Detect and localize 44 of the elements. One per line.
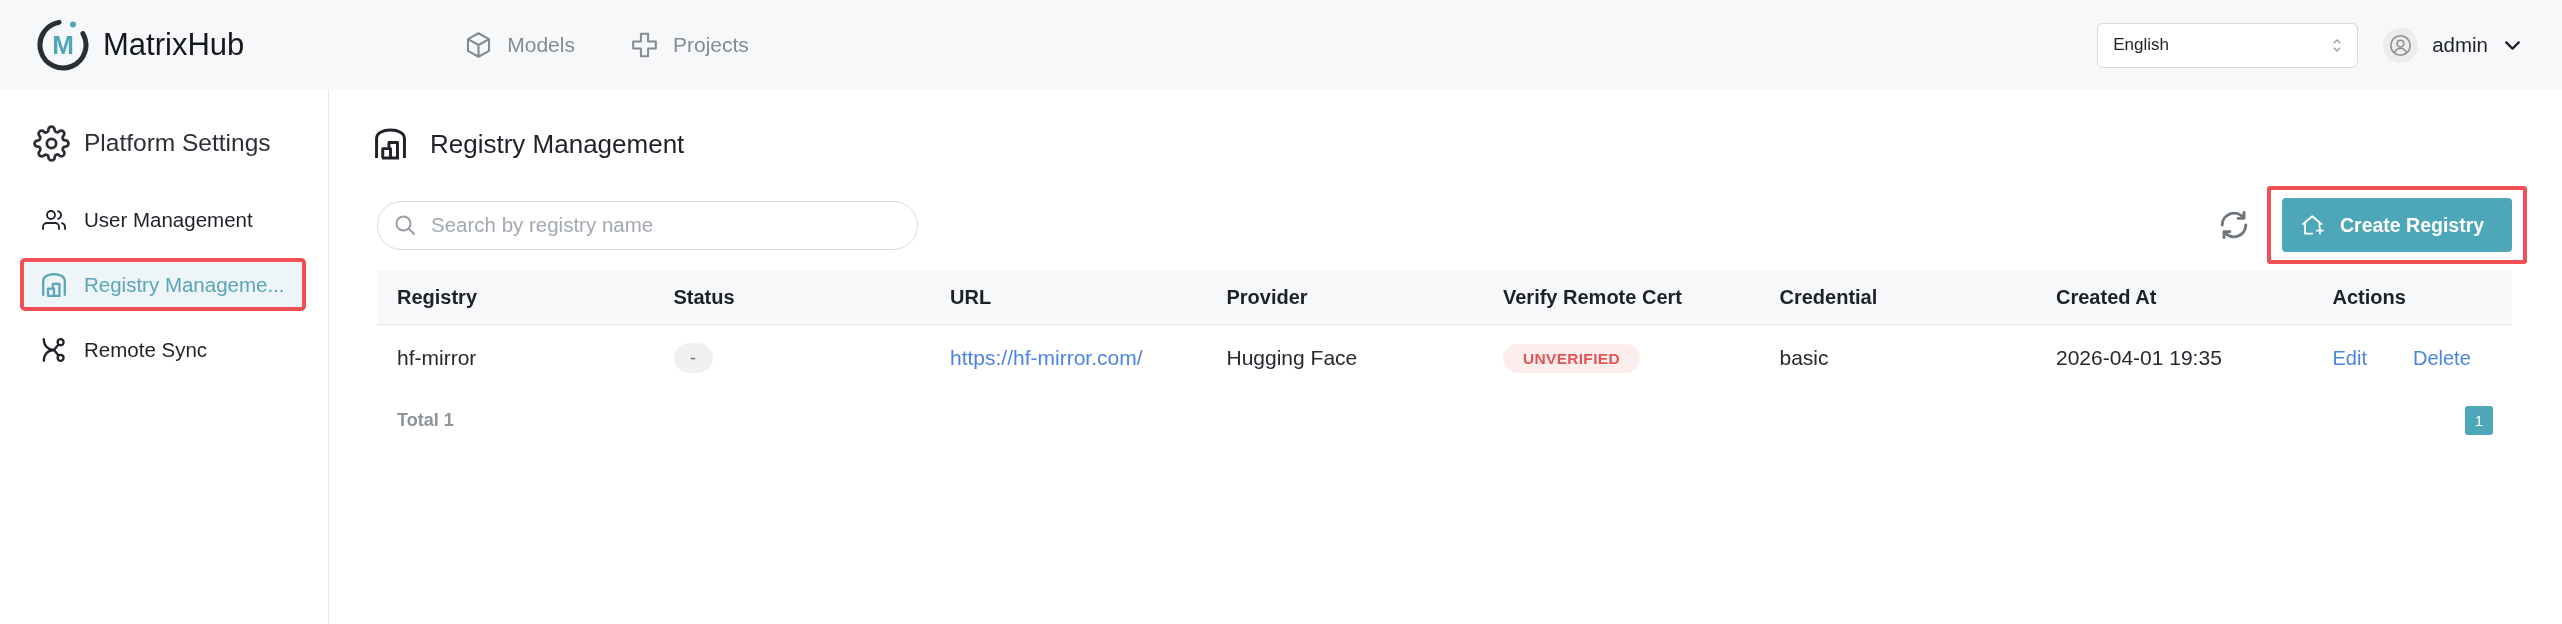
column-header: Verify Remote Cert (1503, 285, 1682, 308)
nav-tab[interactable]: Models (466, 32, 575, 58)
network-icon (42, 337, 66, 362)
language-select[interactable]: English (2097, 22, 2359, 68)
url-link[interactable]: https://hf-mirror.com/ (950, 346, 1143, 369)
table-cell: basic (1779, 346, 1829, 369)
house-plus-icon (2302, 215, 2324, 235)
refresh-icon[interactable] (2220, 211, 2248, 239)
column-header: Actions (2332, 285, 2406, 308)
sidebar-item[interactable]: Registry Manageme... (24, 262, 302, 307)
sidebar-item[interactable]: Remote Sync (24, 327, 302, 372)
column-header: Provider (1226, 285, 1308, 308)
table-cell: 2026-04-01 19:35 (2056, 346, 2222, 369)
up-down-arrows-icon (2333, 38, 2342, 52)
plus-outline-icon (631, 32, 657, 58)
cube-icon (466, 32, 492, 58)
user-menu[interactable]: admin (2383, 27, 2520, 63)
building-icon (375, 128, 406, 160)
avatar-icon (2383, 27, 2419, 63)
nav-tab[interactable]: Projects (631, 32, 749, 58)
page-button[interactable]: 1 (2465, 405, 2493, 435)
brand-name: MatrixHub (103, 27, 245, 63)
sidebar-item[interactable]: User Management (24, 197, 302, 242)
verification-badge: UNVERIFIED (1503, 343, 1640, 373)
table-cell: hf-mirror (397, 346, 477, 369)
gear-icon (33, 124, 70, 162)
search-field[interactable]: Search by registry name (377, 200, 918, 250)
table-cell: Hugging Face (1226, 346, 1358, 369)
status-badge: - (673, 343, 713, 373)
search-icon (395, 214, 415, 235)
building-icon (42, 272, 66, 297)
column-header: Created At (2056, 285, 2157, 308)
chevron-down-icon (2505, 40, 2520, 50)
column-header: URL (950, 285, 992, 308)
delete-link[interactable]: Delete (2412, 346, 2471, 370)
column-header: Registry (397, 285, 478, 308)
sidebar-title: Platform Settings (84, 129, 271, 157)
edit-link[interactable]: Edit (2332, 346, 2367, 370)
column-header: Credential (1779, 285, 1878, 308)
column-header: Status (673, 285, 735, 308)
page-title: Registry Management (430, 128, 685, 160)
total-count: Total 1 (397, 409, 454, 431)
users-icon (42, 207, 66, 232)
create-registry-button[interactable]: Create Registry (2282, 198, 2512, 252)
